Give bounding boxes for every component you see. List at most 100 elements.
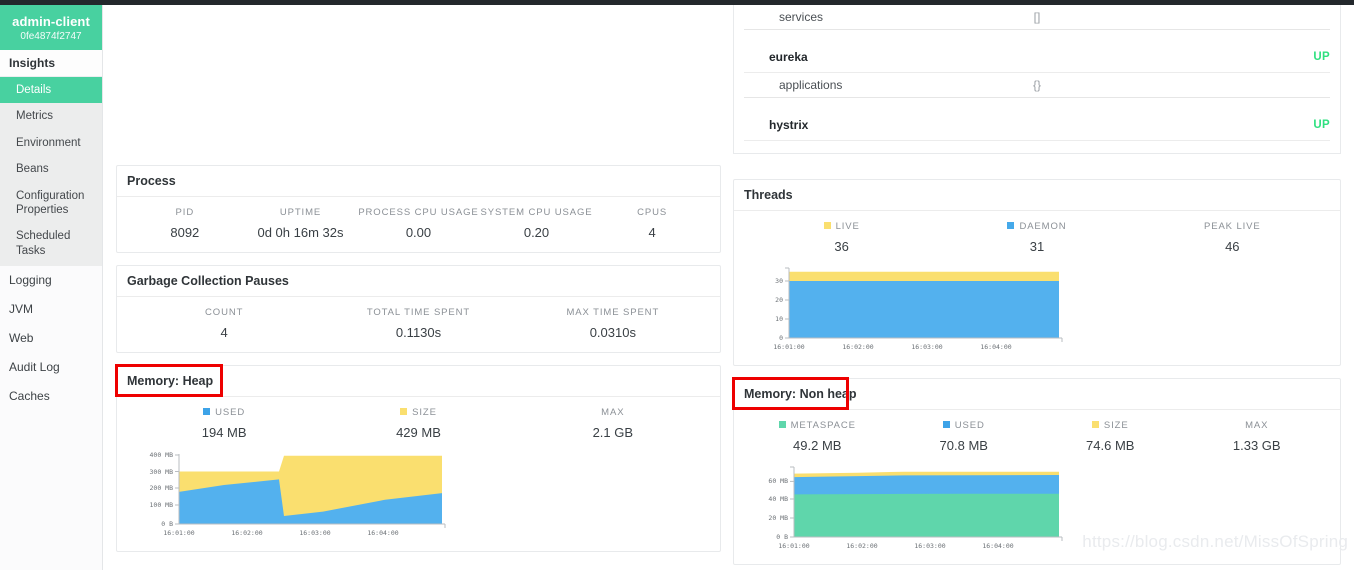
stat-nonheap-metaspace: METASPACE 49.2 MB [744, 420, 891, 453]
nonheap-xtick-4: 16:04:00 [982, 542, 1013, 550]
stat-label: PROCESS CPU USAGE [358, 207, 479, 218]
health-row-name: services [779, 10, 824, 24]
main-content: Process PID 8092 UPTIME 0d 0h 16m 32s PR… [104, 5, 1354, 570]
threads-xtick-4: 16:04:00 [980, 343, 1011, 351]
health-row-services-wrap: services [] [744, 5, 1330, 30]
stat-nonheap-max: MAX 1.33 GB [1184, 420, 1331, 453]
heap-chart-series [179, 455, 442, 524]
stat-label: USED [127, 407, 321, 418]
sidebar-item-environment[interactable]: Environment [0, 130, 102, 156]
stat-threads-live: LIVE 36 [744, 221, 939, 254]
stat-heap-size: SIZE 429 MB [321, 407, 515, 440]
stat-value: 46 [1225, 239, 1240, 254]
stat-value: 194 MB [201, 425, 247, 440]
sidebar-root-nav: Logging JVM Web Audit Log Caches [0, 266, 102, 411]
sidebar-item-audit-log[interactable]: Audit Log [0, 353, 102, 382]
stat-label: MAX [1245, 420, 1269, 431]
stat-threads-daemon: DAEMON 31 [939, 221, 1134, 254]
heap-xtick-2: 16:02:00 [231, 529, 262, 537]
heap-ytick-300: 300 MB [150, 468, 174, 476]
legend-chip-metaspace-icon [778, 420, 786, 428]
health-row-applications[interactable]: applications {} [744, 73, 1330, 98]
stat-system-cpu-usage: SYSTEM CPU USAGE 0.20 [479, 207, 595, 240]
health-row-eureka[interactable]: eureka UP [744, 42, 1330, 73]
nonheap-chart: 60 MB 40 MB 20 MB 0 B 16:01:00 16:02:00 … [744, 462, 1330, 552]
stat-process-cpu-usage: PROCESS CPU USAGE 0.00 [358, 207, 478, 240]
stat-label: MAX TIME SPENT [566, 307, 660, 318]
nonheap-ytick-60: 60 MB [768, 477, 788, 485]
memory-heap-panel: Memory: Heap USED 194 MB SIZE 429 MB MAX… [115, 364, 721, 552]
health-row-hystrix[interactable]: hystrix UP [744, 110, 1330, 141]
brand-header[interactable]: admin-client 0fe4874f2747 [0, 5, 102, 50]
threads-xtick-2: 16:02:00 [842, 343, 873, 351]
sidebar-item-beans[interactable]: Beans [0, 156, 102, 182]
stat-label: PID [175, 207, 195, 218]
sidebar-item-jvm[interactable]: JVM [0, 295, 102, 324]
memory-nonheap-panel-title-row: Memory: Non heap [732, 377, 1340, 410]
health-panel: services [] eureka UP applications {} hy… [733, 5, 1341, 154]
stat-value: 429 MB [396, 425, 441, 440]
sidebar-section-insights[interactable]: Insights [0, 50, 102, 77]
legend-chip-size-icon [400, 407, 408, 415]
threads-series-daemon [789, 281, 1059, 338]
threads-ytick-20: 20 [775, 296, 783, 304]
heap-xtick-1: 16:01:00 [163, 529, 194, 537]
stat-threads-peak-live: PEAK LIVE 46 [1135, 221, 1330, 254]
stat-value: 8092 [170, 225, 200, 240]
sidebar-item-caches[interactable]: Caches [0, 382, 102, 411]
stat-nonheap-size: SIZE 74.6 MB [1037, 420, 1184, 453]
threads-chart-svg: 30 20 10 0 16:01:00 16:02:00 16:03:00 16… [773, 267, 1063, 351]
sidebar-item-scheduled-tasks[interactable]: Scheduled Tasks [0, 223, 102, 264]
legend-chip-used-icon [203, 407, 211, 415]
stat-value: 0.0310s [589, 325, 636, 340]
heap-ytick-0: 0 B [161, 520, 173, 528]
heap-stats: USED 194 MB SIZE 429 MB MAX 2.1 GB [127, 407, 710, 440]
stat-label: DAEMON [939, 221, 1134, 232]
nonheap-ytick-20: 20 MB [768, 514, 788, 522]
stat-heap-used: USED 194 MB [127, 407, 321, 440]
threads-ytick-10: 10 [775, 315, 783, 323]
stat-label: METASPACE [744, 420, 891, 431]
stat-value: 31 [1029, 239, 1045, 254]
memory-nonheap-panel: Memory: Non heap METASPACE 49.2 MB USED … [732, 377, 1341, 565]
stat-value: 1.33 GB [1232, 438, 1281, 453]
threads-panel: Threads LIVE 36 DAEMON 31 PEAK LIVE 46 3… [733, 179, 1341, 366]
health-spacer [744, 141, 1330, 153]
sidebar-item-details[interactable]: Details [0, 77, 102, 104]
sidebar-item-configuration-properties[interactable]: Configuration Properties [0, 183, 102, 224]
sidebar-item-metrics[interactable]: Metrics [0, 103, 102, 129]
stat-label: CPUS [637, 207, 668, 218]
health-spacer [744, 98, 1330, 110]
stat-label: COUNT [205, 307, 244, 318]
sidebar-subnav: Details Metrics Environment Beans Config… [0, 77, 102, 266]
health-spacer [744, 30, 1330, 42]
stat-value: 49.2 MB [793, 438, 842, 453]
stat-label: UPTIME [279, 207, 322, 218]
stat-label: TOTAL TIME SPENT [366, 307, 471, 318]
stat-cpus: CPUS 4 [594, 207, 710, 240]
nonheap-xtick-3: 16:03:00 [914, 542, 945, 550]
nonheap-stats: METASPACE 49.2 MB USED 70.8 MB SIZE 74.6… [744, 420, 1330, 453]
memory-nonheap-panel-title: Memory: Non heap [744, 387, 857, 401]
health-row-value: {} [1032, 78, 1042, 92]
health-row-services[interactable]: services [] [744, 5, 1330, 30]
health-row-name: applications [779, 78, 843, 92]
process-panel: Process PID 8092 UPTIME 0d 0h 16m 32s PR… [116, 165, 721, 253]
heap-xtick-4: 16:04:00 [367, 529, 398, 537]
health-row-name: eureka [769, 50, 808, 64]
stat-value: 0.20 [523, 225, 550, 240]
stat-gc-count: COUNT 4 [127, 307, 321, 340]
legend-chip-size-icon [1091, 420, 1099, 428]
sidebar-item-logging[interactable]: Logging [0, 266, 102, 295]
threads-xtick-1: 16:01:00 [773, 343, 804, 351]
threads-ytick-0: 0 [779, 334, 783, 342]
nonheap-chart-svg: 60 MB 40 MB 20 MB 0 B 16:01:00 16:02:00 … [768, 466, 1063, 550]
threads-ytick-30: 30 [775, 277, 783, 285]
stat-gc-total-time: TOTAL TIME SPENT 0.1130s [321, 307, 515, 340]
sidebar-item-web[interactable]: Web [0, 324, 102, 353]
stat-label: SIZE [321, 407, 515, 418]
stat-value: 70.8 MB [939, 438, 988, 453]
stat-value: 36 [834, 239, 849, 254]
gc-pauses-panel-title: Garbage Collection Pauses [117, 266, 720, 297]
nonheap-series-metaspace [794, 493, 1059, 537]
